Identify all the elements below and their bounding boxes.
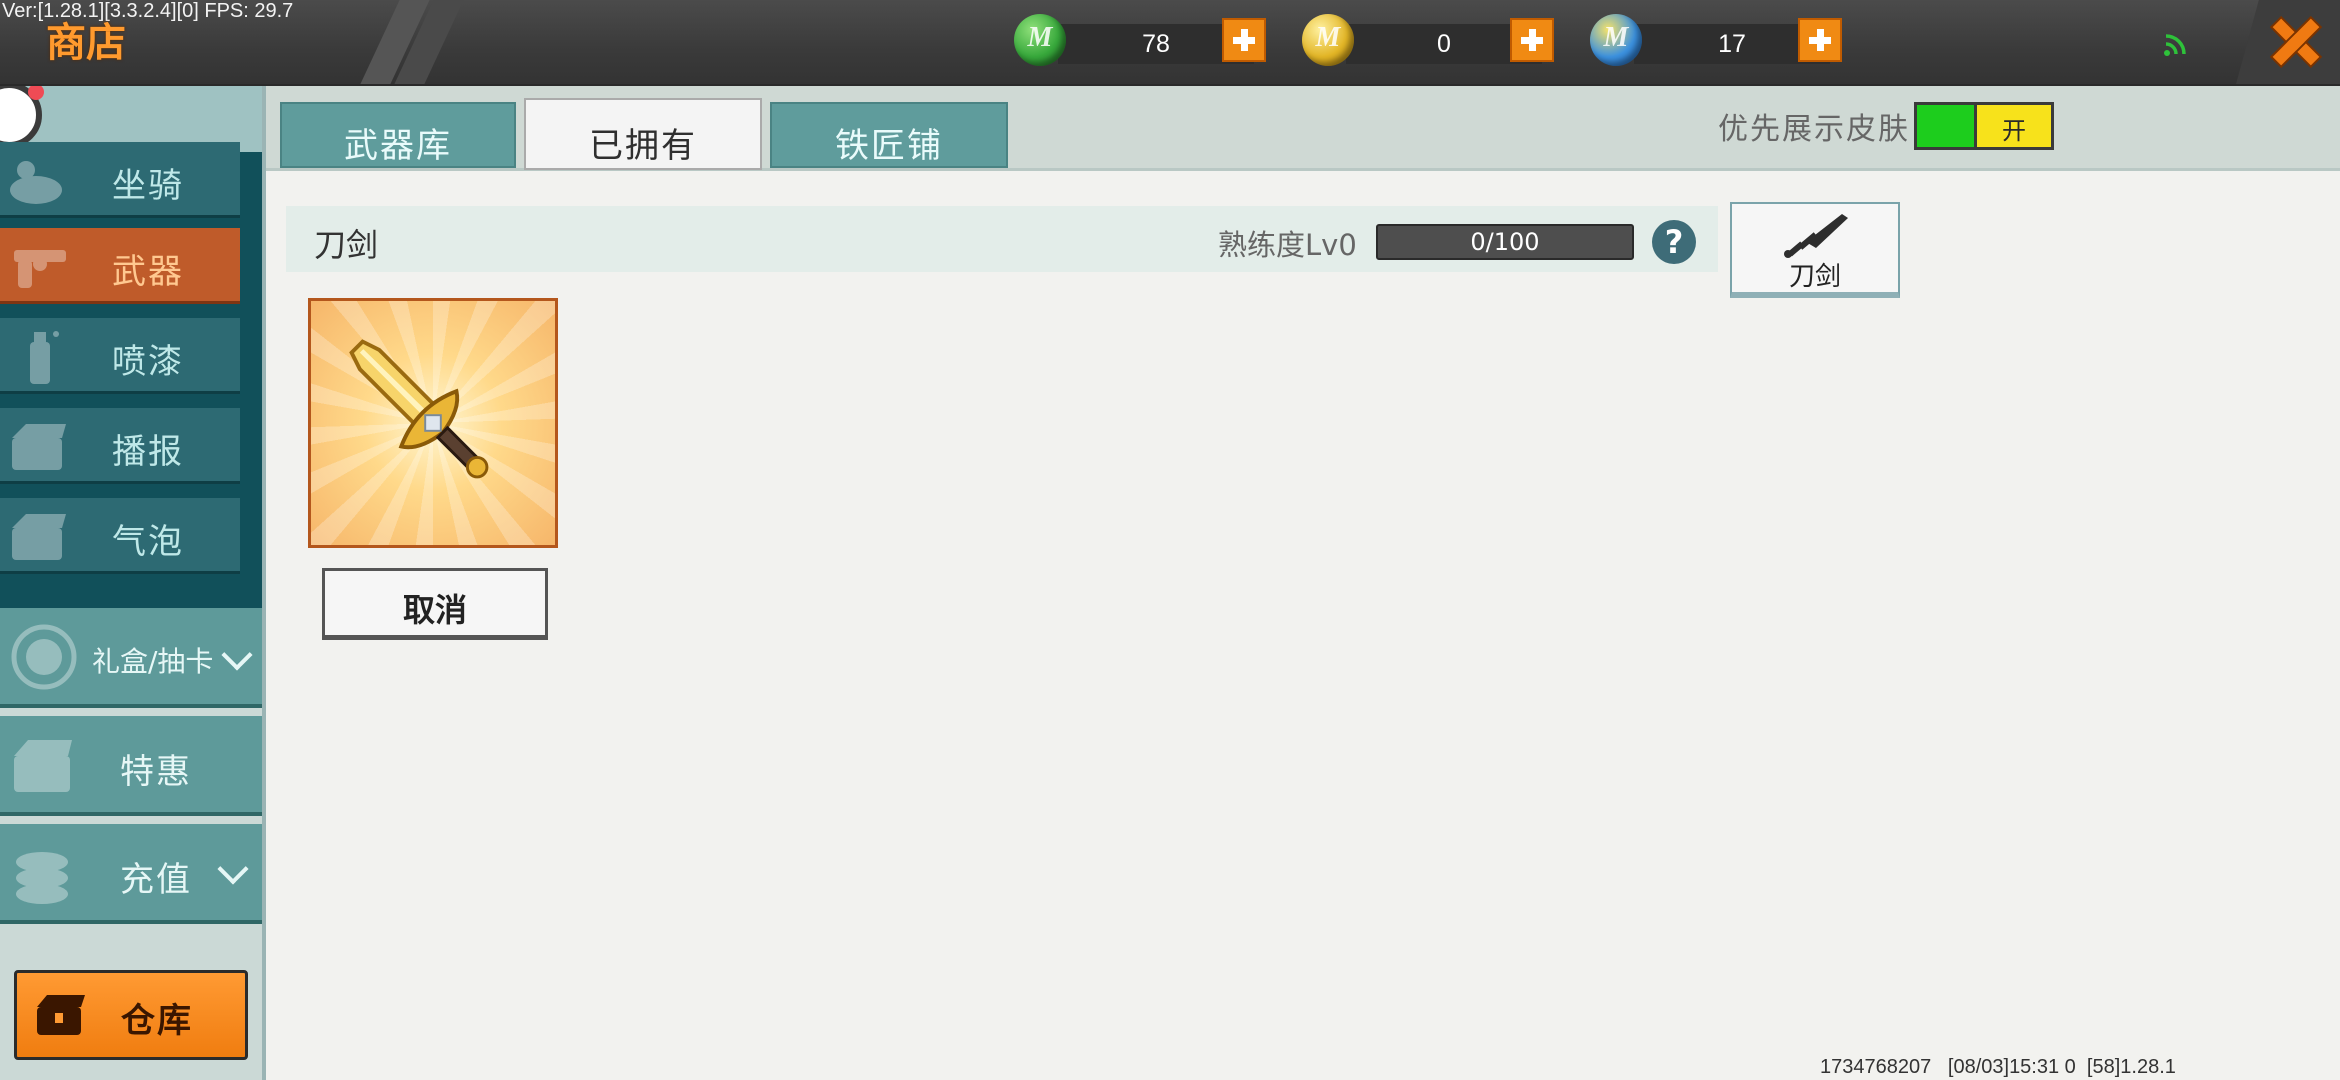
tab-label: 武器库: [344, 126, 452, 166]
top-bar: Ver:[1.28.1][3.3.2.4][0] FPS: 29.7 商店 78…: [0, 0, 2340, 86]
gold-m-coin-icon: M: [1302, 14, 1354, 66]
tab-armory[interactable]: 武器库: [280, 102, 516, 168]
signal-icon: [2164, 34, 2186, 56]
toggle-state-label: 开: [2002, 117, 2026, 145]
sidebar-item-label: 礼盒/抽卡: [92, 645, 214, 678]
sidebar-item-label: 喷漆: [112, 342, 184, 382]
spray-can-icon: [30, 331, 59, 384]
skin-priority-label: 优先展示皮肤: [1718, 112, 1910, 147]
toggle-knob: 开: [1974, 105, 2051, 147]
sword-filter-label: 刀剑: [1788, 262, 1841, 292]
help-icon[interactable]: ?: [1652, 220, 1696, 264]
sidebar-item-broadcast[interactable]: 播报: [0, 408, 240, 484]
warehouse-button[interactable]: 仓库: [14, 970, 248, 1060]
revolver-icon: [14, 250, 66, 288]
mastery-progress-bar: 0/100: [1376, 224, 1634, 260]
sidebar-item-bubble[interactable]: 气泡: [0, 498, 240, 574]
skin-priority-toggle[interactable]: 开: [1914, 102, 2054, 150]
cancel-button[interactable]: 取消: [322, 568, 548, 640]
chevron-down-icon: [221, 639, 253, 671]
coin-stack-icon: [16, 852, 68, 904]
sidebar-item-label: 充值: [120, 860, 192, 900]
sidebar-item-label: 特惠: [120, 752, 192, 792]
green-m-coin-icon: M: [1014, 14, 1066, 66]
sidebar-item-mount[interactable]: 坐骑: [0, 142, 240, 218]
tab-label: 铁匠铺: [835, 126, 943, 166]
sidebar-item-label: 武器: [112, 252, 184, 292]
golden-sword-icon: [349, 339, 489, 479]
notification-dot: [28, 86, 44, 100]
add-green-coin-button[interactable]: [1222, 18, 1266, 62]
close-icon: [2269, 15, 2323, 69]
sword-icon: [1784, 214, 1848, 258]
add-blue-coin-button[interactable]: [1798, 18, 1842, 62]
tab-strip: 武器库 已拥有 铁匠铺 优先展示皮肤 开: [266, 86, 2340, 171]
mount-icon: [10, 161, 62, 204]
chest-icon: [12, 514, 66, 560]
currency-green: 78 M: [1014, 14, 1284, 74]
chest-icon: [37, 995, 85, 1035]
owned-item-card[interactable]: [308, 298, 558, 548]
currency-gold: 0 M: [1302, 14, 1572, 74]
sidebar-item-recharge[interactable]: 充值: [0, 824, 262, 924]
build-info-text: 1734768207 [08/03]15:31 0 [58]1.28.1: [1820, 1056, 2176, 1078]
main-panel: 武器库 已拥有 铁匠铺 优先展示皮肤 开 刀剑 熟练度Lv0 0/100 ? 刀…: [262, 86, 2340, 1080]
add-gold-coin-button[interactable]: [1510, 18, 1554, 62]
cancel-button-label: 取消: [402, 591, 467, 629]
sidebar-item-special-offer[interactable]: 特惠: [0, 716, 262, 816]
mastery-level-label: 熟练度Lv0: [1218, 228, 1357, 262]
tab-blacksmith[interactable]: 铁匠铺: [770, 102, 1008, 168]
page-title: 商店: [46, 20, 126, 66]
sidebar-item-label: 播报: [112, 432, 184, 472]
tab-owned[interactable]: 已拥有: [524, 98, 762, 170]
mastery-progress-text: 0/100: [1470, 228, 1540, 256]
sidebar-item-weapon[interactable]: 武器: [0, 228, 240, 304]
gacha-coin-icon: [11, 624, 77, 690]
close-button[interactable]: [2236, 0, 2340, 84]
chest-icon: [12, 424, 66, 470]
sword-filter-button[interactable]: 刀剑: [1730, 202, 1900, 298]
tab-label: 已拥有: [589, 126, 697, 166]
currency-blue: 17 M: [1590, 14, 1860, 74]
sidebar: 坐骑 武器 喷漆 播报 气泡 礼盒/抽卡 特惠 充值 仓库: [0, 86, 262, 1080]
sidebar-item-gift-box[interactable]: 礼盒/抽卡: [0, 608, 262, 708]
sidebar-sub-menu: 坐骑 武器 喷漆 播报 气泡: [0, 142, 262, 682]
category-bar: 刀剑 熟练度Lv0 0/100 ?: [286, 206, 1718, 272]
blue-m-coin-icon: M: [1590, 14, 1642, 66]
chest-icon: [14, 740, 72, 792]
warehouse-label: 仓库: [121, 1001, 193, 1041]
sidebar-item-label: 气泡: [112, 522, 184, 562]
chevron-down-icon: [217, 853, 249, 885]
sidebar-item-spray[interactable]: 喷漆: [0, 318, 240, 394]
category-name: 刀剑: [314, 226, 379, 264]
sidebar-item-label: 坐骑: [112, 166, 184, 206]
